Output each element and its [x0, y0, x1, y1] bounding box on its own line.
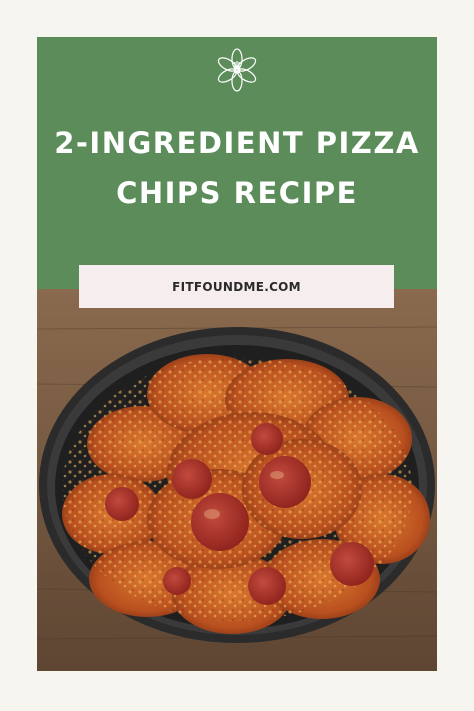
title-line-2: CHIPS RECIPE — [116, 176, 358, 210]
pizza-chips-photo — [37, 289, 437, 671]
flower-icon — [217, 48, 257, 92]
title-line-1: 2-INGREDIENT PIZZA — [54, 126, 420, 160]
site-label: FITFOUNDME.COM — [172, 279, 301, 294]
title-header: 2-INGREDIENT PIZZA CHIPS RECIPE — [37, 37, 437, 289]
site-banner[interactable]: FITFOUNDME.COM — [79, 265, 394, 308]
pin-card: 2-INGREDIENT PIZZA CHIPS RECIPE FITFOUND… — [37, 37, 437, 671]
